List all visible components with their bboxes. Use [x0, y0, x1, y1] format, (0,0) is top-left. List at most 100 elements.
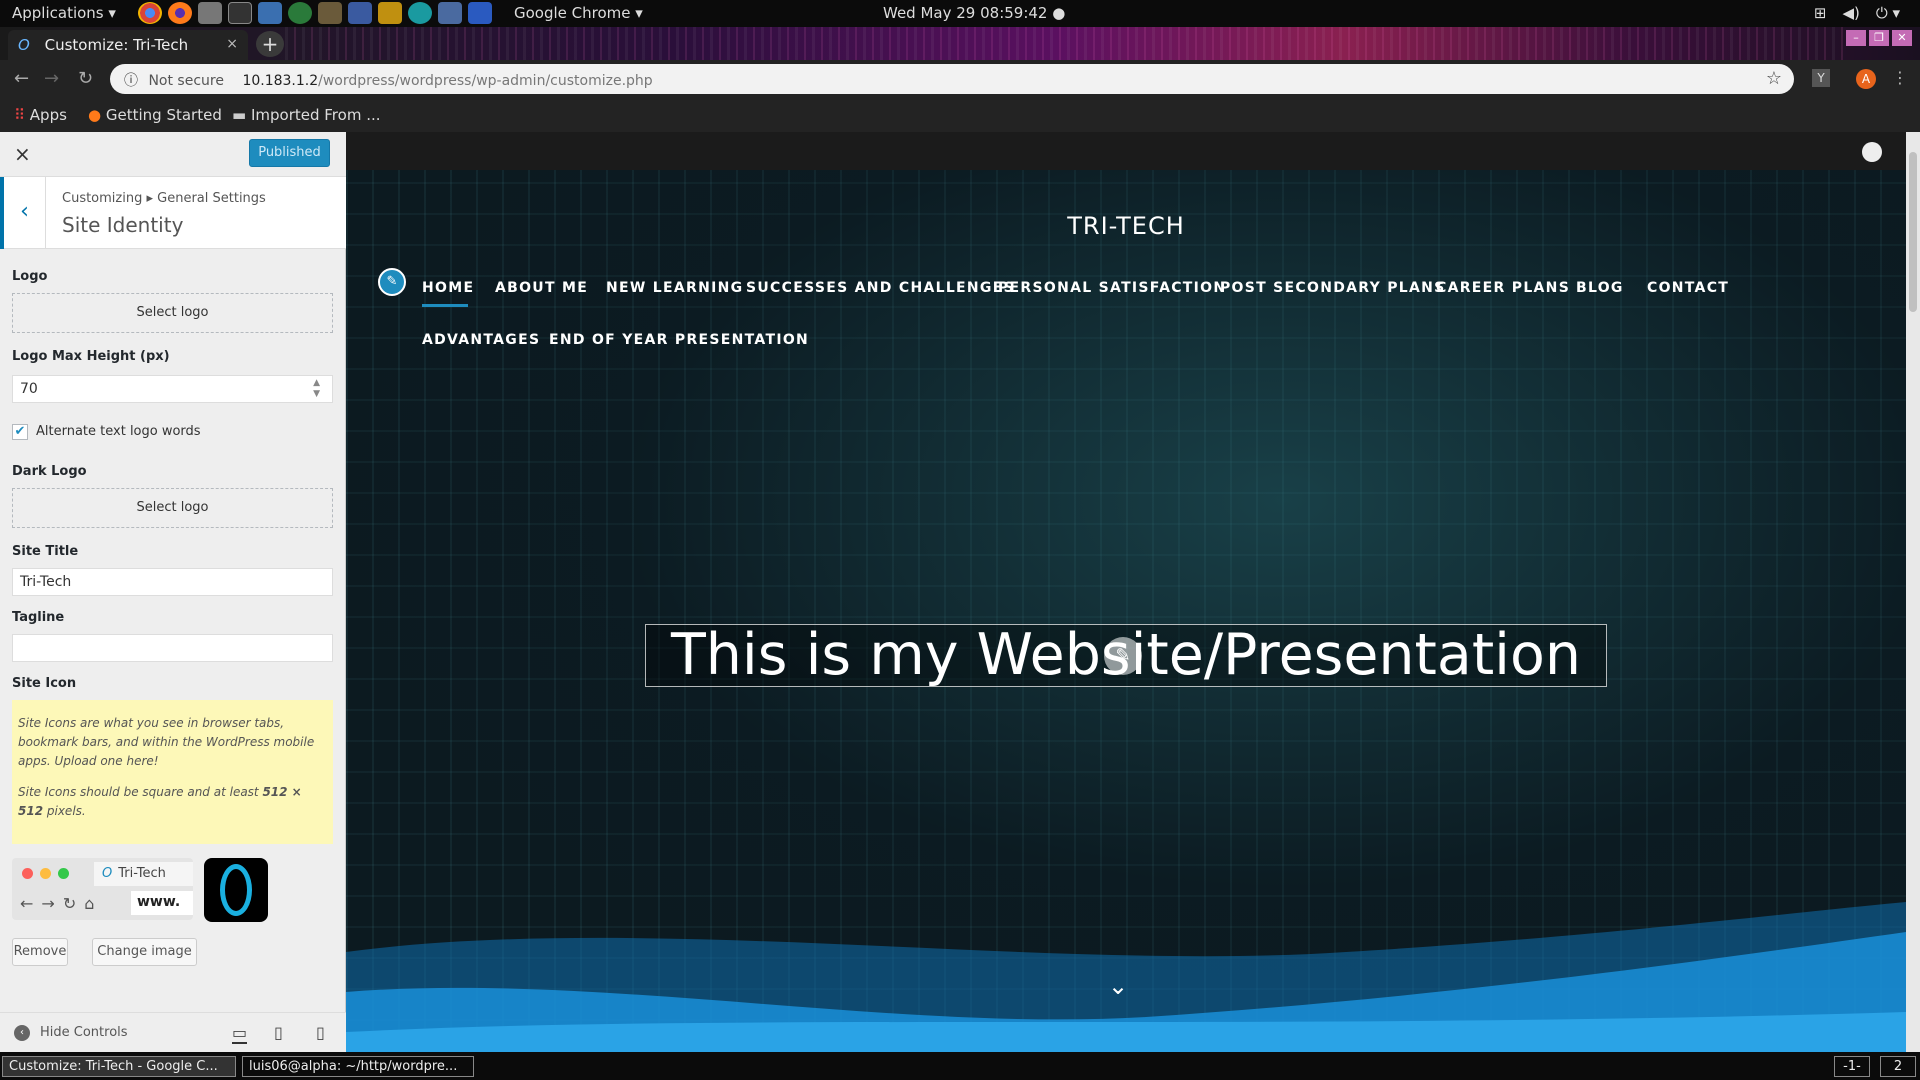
tab-close-icon[interactable]: ×: [226, 36, 238, 52]
dark-logo-label: Dark Logo: [12, 464, 87, 479]
ring-logo-icon: [220, 864, 252, 916]
site-title-input[interactable]: Tri-Tech: [12, 568, 333, 596]
profile-avatar[interactable]: A: [1856, 69, 1876, 89]
security-label: Not secure: [148, 73, 224, 89]
extension-y-icon[interactable]: Y: [1812, 69, 1830, 87]
remove-button[interactable]: Remove: [12, 938, 68, 966]
info-icon[interactable]: ⓘ: [124, 73, 138, 89]
tool-launcher-icon[interactable]: [288, 2, 312, 24]
collapse-icon[interactable]: ‹: [14, 1025, 30, 1041]
power-icon[interactable]: ⏻ ▾: [1876, 4, 1900, 22]
bookmark-getting-started[interactable]: ● Getting Started: [88, 106, 222, 124]
bookmark-apps[interactable]: ⠿ Apps: [14, 106, 67, 124]
hero-wave-decoration: [346, 902, 1906, 1052]
site-icon-image: [204, 858, 268, 922]
select-dark-logo-button[interactable]: Select logo: [12, 488, 333, 528]
logo-label: Logo: [12, 269, 48, 284]
address-bar[interactable]: ⓘ Not secure 10.183.1.2/wordpress/wordpr…: [110, 64, 1794, 94]
hide-controls-button[interactable]: Hide Controls: [40, 1025, 128, 1040]
desktop-preview-icon[interactable]: ▭: [232, 1023, 248, 1044]
site-preview: TRI-TECH ✎ HOME ABOUT ME NEW LEARNING SU…: [346, 132, 1906, 1052]
back-arrow-icon[interactable]: ←: [14, 68, 29, 89]
customizer-header: × Published: [0, 132, 346, 177]
publish-button[interactable]: Published: [249, 139, 330, 167]
minimize-icon[interactable]: –: [1846, 30, 1866, 46]
close-customizer-icon[interactable]: ×: [14, 142, 31, 166]
reload-icon[interactable]: ↻: [78, 68, 93, 89]
tablet-preview-icon[interactable]: ▯: [274, 1023, 283, 1042]
chrome-launcher-icon[interactable]: [138, 2, 162, 24]
breadcrumb: Customizing ▸ General Settings: [62, 191, 266, 206]
preview-scrollbar[interactable]: [1906, 132, 1920, 1052]
preview-tab: O Tri-Tech: [94, 862, 193, 886]
scrollbar-thumb[interactable]: [1909, 152, 1917, 312]
section-header: ‹ Customizing ▸ General Settings Site Id…: [0, 177, 346, 249]
window-controls: – ❐ ✕: [1846, 30, 1912, 46]
tagline-label: Tagline: [12, 610, 65, 625]
tagline-input[interactable]: [12, 634, 333, 662]
applications-menu[interactable]: Applications ▾: [12, 4, 116, 22]
volume-icon[interactable]: ◀): [1842, 4, 1859, 22]
notice-text-2c: pixels.: [43, 804, 86, 818]
browser-tab-customize[interactable]: O Customize: Tri-Tech ×: [8, 30, 248, 60]
preview-tab-title: Tri-Tech: [118, 866, 166, 881]
window-dots: [22, 868, 69, 879]
network-icon[interactable]: ⊞: [1814, 4, 1827, 22]
alt-text-checkbox[interactable]: ✔: [12, 424, 28, 440]
bookmark-label: Apps: [29, 106, 67, 124]
system-top-bar: Applications ▾ Google Chrome ▾ Wed May 2…: [0, 0, 1920, 27]
browser-tab-strip: O Customize: Tri-Tech × + – ❐ ✕: [0, 27, 1920, 60]
preview-nav-icons: ←→↻⌂: [20, 894, 103, 913]
active-app-menu[interactable]: Google Chrome ▾: [514, 4, 643, 22]
bookmark-label: Getting Started: [105, 106, 222, 124]
virtualbox-launcher-icon[interactable]: [438, 2, 462, 24]
notice-text-2: Site Icons should be square and at least…: [18, 783, 327, 821]
tab-title: Customize: Tri-Tech: [44, 36, 189, 54]
notice-text-2a: Site Icons should be square and at least: [18, 785, 263, 799]
taskbar-item-chrome[interactable]: Customize: Tri-Tech - Google C...: [2, 1056, 236, 1077]
bookmarks-bar: ⠿ Apps ● Getting Started ▬ Imported From…: [0, 98, 1920, 132]
alt-text-checkbox-label: Alternate text logo words: [36, 424, 201, 439]
mobile-preview-icon[interactable]: ▯: [316, 1023, 325, 1042]
launcher-icons: [138, 2, 492, 24]
firefox-icon: ●: [88, 106, 102, 124]
forward-arrow-icon[interactable]: →: [44, 68, 59, 89]
close-window-icon[interactable]: ✕: [1892, 30, 1912, 46]
number-spinner-icon[interactable]: ▲ ▼: [313, 378, 320, 400]
taskbar: Customize: Tri-Tech - Google C... luis06…: [0, 1052, 1920, 1080]
game-launcher-icon[interactable]: [378, 2, 402, 24]
site-icon-browser-preview: O Tri-Tech ←→↻⌂ www.: [12, 858, 193, 920]
arduino-launcher-icon[interactable]: [408, 2, 432, 24]
gimp-launcher-icon[interactable]: [318, 2, 342, 24]
scroll-down-chevron-icon[interactable]: ⌄: [1108, 972, 1128, 1000]
folder-icon: ▬: [232, 106, 247, 124]
address-row: ← → ↻ ⓘ Not secure 10.183.1.2/wordpress/…: [0, 60, 1920, 98]
taskbar-item-terminal[interactable]: luis06@alpha: ~/http/wordpre...: [242, 1056, 474, 1077]
preview-favicon-icon: O: [102, 866, 113, 881]
url-host: 10.183.1.2: [242, 73, 319, 89]
change-image-button[interactable]: Change image: [92, 938, 197, 966]
bookmark-star-icon[interactable]: ☆: [1766, 68, 1782, 89]
restore-icon[interactable]: ❐: [1869, 30, 1889, 46]
apps-grid-icon: ⠿: [14, 106, 25, 124]
calculator-launcher-icon[interactable]: [198, 2, 222, 24]
logo-max-height-value: 70: [20, 381, 38, 397]
browser-menu-icon[interactable]: ⋮: [1892, 68, 1908, 87]
customizer-sidebar: × Published ‹ Customizing ▸ General Sett…: [0, 132, 346, 1052]
select-logo-button[interactable]: Select logo: [12, 293, 333, 333]
firefox-launcher-icon[interactable]: [168, 2, 192, 24]
bookmark-imported[interactable]: ▬ Imported From ...: [232, 106, 381, 124]
terminal-launcher-icon[interactable]: [228, 2, 252, 24]
back-chevron-icon[interactable]: ‹: [0, 177, 46, 249]
text-editor-launcher-icon[interactable]: [258, 2, 282, 24]
tab-favicon-icon: O: [18, 36, 30, 54]
app-launcher-icon[interactable]: [468, 2, 492, 24]
logo-max-height-input[interactable]: 70 ▲ ▼: [12, 375, 333, 403]
new-tab-button[interactable]: +: [256, 31, 284, 57]
network-launcher-icon[interactable]: [348, 2, 372, 24]
notice-text-1: Site Icons are what you see in browser t…: [18, 716, 315, 768]
site-icon-label: Site Icon: [12, 676, 77, 691]
workspace-1[interactable]: -1-: [1834, 1056, 1870, 1077]
system-clock[interactable]: Wed May 29 08:59:42 ●: [883, 4, 1065, 22]
workspace-2[interactable]: 2: [1880, 1056, 1916, 1077]
